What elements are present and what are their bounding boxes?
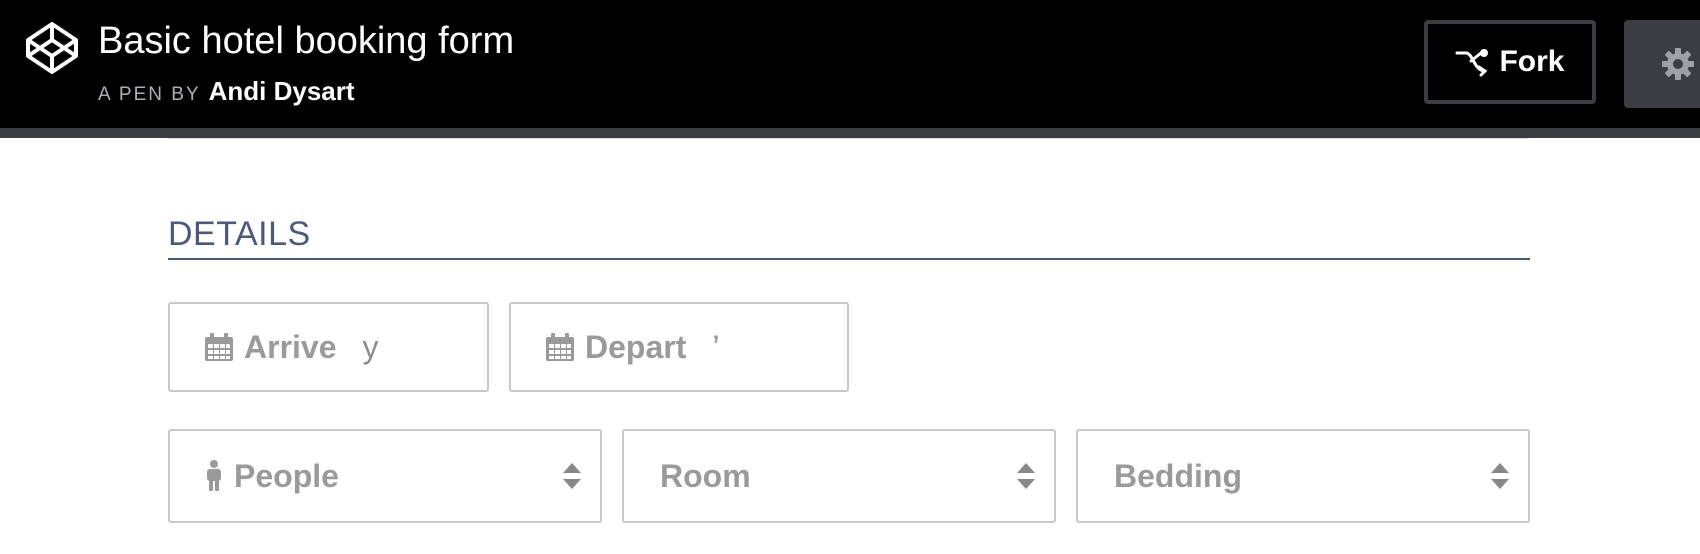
select-arrows-icon — [563, 463, 581, 489]
header-bar: Basic hotel booking form A PEN BY Andi D… — [0, 0, 1700, 128]
arrive-date-input[interactable]: Arrive y — [168, 302, 489, 392]
details-divider — [168, 258, 1530, 260]
details-heading: DETAILS — [168, 215, 311, 253]
fork-icon — [1455, 49, 1489, 77]
byline-prefix: A PEN BY — [98, 84, 201, 105]
author-link[interactable]: Andi Dysart — [209, 76, 355, 107]
fork-button[interactable]: Fork — [1424, 20, 1596, 104]
depart-date-input[interactable]: Depart ’ — [509, 302, 849, 392]
calendar-icon — [545, 332, 575, 362]
person-icon — [204, 460, 224, 492]
calendar-icon — [204, 332, 234, 362]
room-label: Room — [660, 457, 751, 494]
form-top-divider — [168, 138, 1528, 139]
bedding-label: Bedding — [1114, 457, 1242, 494]
bedding-select[interactable]: Bedding — [1076, 429, 1530, 523]
fork-label: Fork — [1499, 45, 1565, 78]
settings-button[interactable] — [1624, 20, 1700, 108]
gear-icon — [1662, 48, 1694, 80]
people-label: People — [234, 457, 339, 494]
arrive-placeholder-fragment: y — [362, 328, 379, 365]
people-select[interactable]: People — [168, 429, 602, 523]
depart-label: Depart — [585, 328, 687, 365]
arrive-label: Arrive — [244, 328, 337, 365]
room-select[interactable]: Room — [622, 429, 1056, 523]
codepen-logo-icon[interactable] — [24, 20, 80, 76]
byline: A PEN BY Andi Dysart — [98, 76, 355, 107]
select-arrows-icon — [1017, 463, 1035, 489]
pen-title: Basic hotel booking form — [98, 20, 515, 62]
depart-placeholder-fragment: ’ — [712, 328, 720, 365]
select-arrows-icon — [1491, 463, 1509, 489]
header-divider — [0, 128, 1700, 138]
